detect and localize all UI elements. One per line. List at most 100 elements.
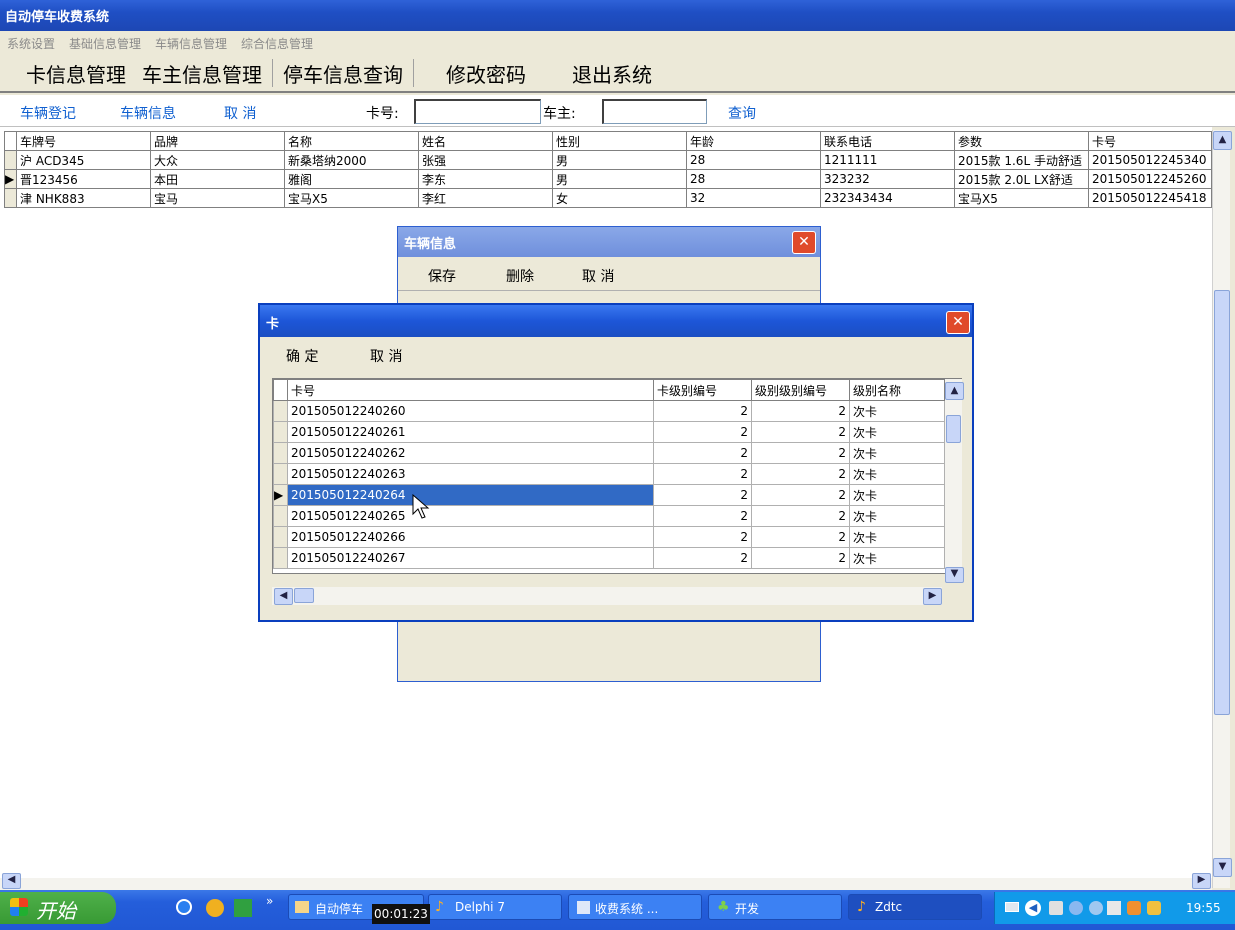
table-cell[interactable]: 32 (686, 188, 821, 208)
table-cell[interactable]: 2 (653, 463, 752, 485)
close-icon[interactable]: ✕ (946, 311, 970, 334)
table-cell[interactable]: 次卡 (849, 463, 945, 485)
confirm-button[interactable]: 确 定 (286, 346, 318, 366)
table-cell[interactable]: 201505012240264 (287, 484, 654, 506)
column-header[interactable]: 卡号 (1088, 131, 1212, 151)
menu-system-settings[interactable]: 系统设置 (7, 35, 55, 55)
table-row[interactable]: 201505012240266 2 2 次卡 (273, 526, 945, 548)
table-row[interactable]: 201505012240263 2 2 次卡 (273, 463, 945, 485)
table-cell[interactable]: 201505012240267 (287, 547, 654, 569)
main-vertical-scrollbar[interactable]: ▲ ▼ (1212, 130, 1232, 888)
table-cell[interactable]: 2 (751, 484, 850, 506)
table-row[interactable]: 201505012240262 2 2 次卡 (273, 442, 945, 464)
table-row[interactable]: 201505012240267 2 2 次卡 (273, 547, 945, 569)
table-cell[interactable]: 2 (751, 421, 850, 443)
menu-vehicle-info[interactable]: 车辆信息管理 (155, 35, 227, 55)
scroll-up-icon[interactable]: ▲ (1213, 131, 1232, 150)
table-row[interactable]: 201505012240261 2 2 次卡 (273, 421, 945, 443)
table-row[interactable]: 201505012240260 2 2 次卡 (273, 400, 945, 422)
scroll-left-icon[interactable]: ◀ (274, 588, 293, 605)
quick-launch-icon[interactable] (206, 899, 224, 917)
table-cell[interactable]: 2 (751, 442, 850, 464)
table-cell[interactable]: 次卡 (849, 484, 945, 506)
tray-icon[interactable] (1069, 901, 1083, 915)
table-cell[interactable]: 津 NHK883 (16, 188, 151, 208)
table-cell[interactable]: 2 (653, 547, 752, 569)
menu-general-info[interactable]: 综合信息管理 (241, 35, 313, 55)
table-cell[interactable]: 次卡 (849, 505, 945, 527)
column-header[interactable]: 参数 (954, 131, 1089, 151)
ie-icon[interactable] (176, 899, 192, 915)
taskbar-item[interactable]: ♣ 开发 (708, 894, 842, 920)
table-cell[interactable]: 次卡 (849, 421, 945, 443)
table-cell[interactable]: 2 (653, 442, 752, 464)
table-cell[interactable]: 沪 ACD345 (16, 150, 151, 170)
column-header[interactable]: 卡号 (287, 379, 654, 401)
table-cell[interactable]: 次卡 (849, 400, 945, 422)
table-cell[interactable]: 2 (751, 505, 850, 527)
parking-query-button[interactable]: 停车信息查询 (275, 59, 411, 88)
table-row[interactable]: 沪 ACD345 大众 新桑塔纳2000 张强 男 28 1211111 201… (4, 150, 1212, 170)
tray-icon[interactable] (1049, 901, 1063, 915)
table-cell[interactable]: 新桑塔纳2000 (284, 150, 419, 170)
chevron-left-icon[interactable]: ◀ (1025, 900, 1041, 916)
table-row[interactable]: 津 NHK883 宝马 宝马X5 李红 女 32 232343434 宝马X5 … (4, 188, 1212, 208)
table-cell[interactable]: 2 (653, 526, 752, 548)
column-header[interactable]: 级别名称 (849, 379, 945, 401)
table-cell[interactable]: 201505012245340 (1088, 150, 1212, 170)
table-row-selected[interactable]: ▶ 201505012240264 2 2 次卡 (273, 484, 945, 506)
table-cell[interactable]: 张强 (418, 150, 553, 170)
vehicle-register-link[interactable]: 车辆登记 (20, 103, 76, 123)
table-cell[interactable]: 2 (751, 526, 850, 548)
table-cell[interactable]: 201505012240260 (287, 400, 654, 422)
card-number-input[interactable] (414, 99, 541, 124)
network-icon[interactable] (1107, 901, 1121, 915)
column-header[interactable]: 性别 (552, 131, 687, 151)
table-cell[interactable]: 28 (686, 150, 821, 170)
save-button[interactable]: 保存 (428, 266, 456, 286)
chevron-icon[interactable]: » (266, 894, 273, 908)
table-cell[interactable]: 男 (552, 169, 687, 189)
taskbar-item[interactable]: 收费系统 ... (568, 894, 702, 920)
table-cell[interactable]: 2 (653, 484, 752, 506)
scroll-right-icon[interactable]: ▶ (1192, 873, 1211, 889)
table-cell[interactable]: 2 (751, 400, 850, 422)
vehicle-info-link[interactable]: 车辆信息 (120, 103, 176, 123)
table-cell[interactable]: 大众 (150, 150, 285, 170)
column-header[interactable]: 车牌号 (16, 131, 151, 151)
table-cell[interactable]: 232343434 (820, 188, 955, 208)
table-cell[interactable]: 雅阁 (284, 169, 419, 189)
exit-system-button[interactable]: 退出系统 (564, 59, 660, 88)
table-cell[interactable]: 2 (653, 400, 752, 422)
table-cell[interactable]: 201505012240265 (287, 505, 654, 527)
table-cell[interactable]: 28 (686, 169, 821, 189)
table-cell[interactable]: 次卡 (849, 442, 945, 464)
table-cell[interactable]: 宝马 (150, 188, 285, 208)
cancel-link[interactable]: 取 消 (224, 103, 256, 123)
table-cell[interactable]: 女 (552, 188, 687, 208)
card-grid-vertical-scrollbar[interactable]: ▲ ▼ (945, 379, 964, 583)
table-cell[interactable]: 201505012240263 (287, 463, 654, 485)
table-row[interactable]: ▶ 晋123456 本田 雅阁 李东 男 28 323232 2015款 2.0… (4, 169, 1212, 189)
scroll-up-icon[interactable]: ▲ (945, 382, 964, 400)
cancel-button[interactable]: 取 消 (582, 266, 614, 286)
tray-icon[interactable] (1127, 901, 1141, 915)
table-cell[interactable]: 2 (653, 421, 752, 443)
scroll-down-icon[interactable]: ▼ (945, 567, 964, 583)
table-cell[interactable]: 201505012245418 (1088, 188, 1212, 208)
quick-launch-icon[interactable] (234, 899, 252, 917)
table-row[interactable]: 201505012240265 2 2 次卡 (273, 505, 945, 527)
keyboard-icon[interactable] (1005, 902, 1019, 912)
table-cell[interactable]: 宝马X5 (284, 188, 419, 208)
table-cell[interactable]: 201505012240261 (287, 421, 654, 443)
delete-button[interactable]: 删除 (506, 266, 534, 286)
close-icon[interactable]: ✕ (792, 231, 816, 254)
column-header[interactable]: 名称 (284, 131, 419, 151)
column-header[interactable]: 姓名 (418, 131, 553, 151)
scroll-thumb[interactable] (294, 588, 314, 603)
table-cell[interactable]: 次卡 (849, 526, 945, 548)
table-cell[interactable]: 宝马X5 (954, 188, 1089, 208)
clock[interactable]: 19:55 (1186, 901, 1221, 915)
tray-icon[interactable] (1089, 901, 1103, 915)
scroll-thumb[interactable] (946, 415, 961, 443)
